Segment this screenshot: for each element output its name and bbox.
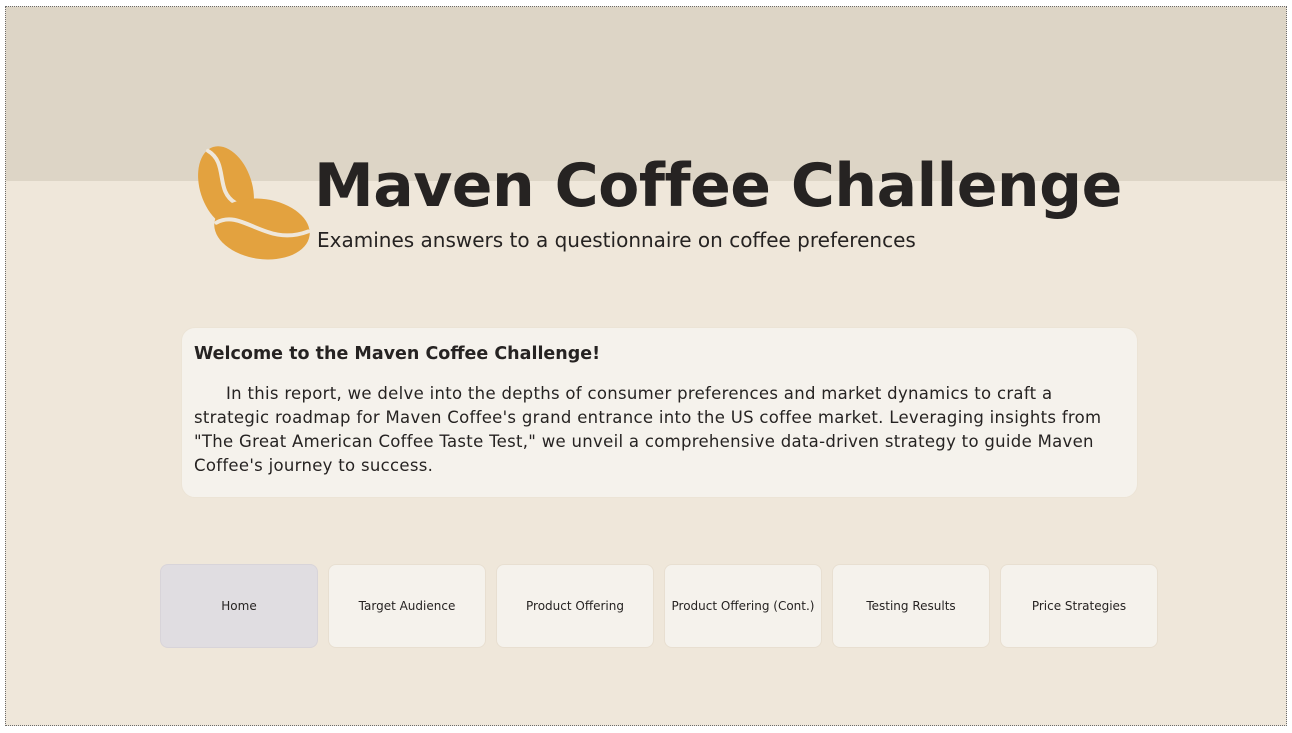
intro-body: In this report, we delve into the depths… xyxy=(194,384,1102,475)
nav-button-product-offering[interactable]: Product Offering xyxy=(496,564,654,648)
intro-card: Welcome to the Maven Coffee Challenge! I… xyxy=(181,327,1138,498)
nav-button-product-offering-cont[interactable]: Product Offering (Cont.) xyxy=(664,564,822,648)
page-subtitle: Examines answers to a questionnaire on c… xyxy=(317,228,916,252)
page-navigation: Home Target Audience Product Offering Pr… xyxy=(160,564,1158,648)
intro-heading: Welcome to the Maven Coffee Challenge! xyxy=(194,344,601,364)
nav-button-testing-results[interactable]: Testing Results xyxy=(832,564,990,648)
page-title: Maven Coffee Challenge xyxy=(314,151,1122,221)
nav-button-price-strategies[interactable]: Price Strategies xyxy=(1000,564,1158,648)
nav-button-home[interactable]: Home xyxy=(160,564,318,648)
coffee-bean-icon xyxy=(198,146,310,260)
nav-button-target-audience[interactable]: Target Audience xyxy=(328,564,486,648)
report-canvas: Maven Coffee Challenge Examines answers … xyxy=(5,6,1287,726)
